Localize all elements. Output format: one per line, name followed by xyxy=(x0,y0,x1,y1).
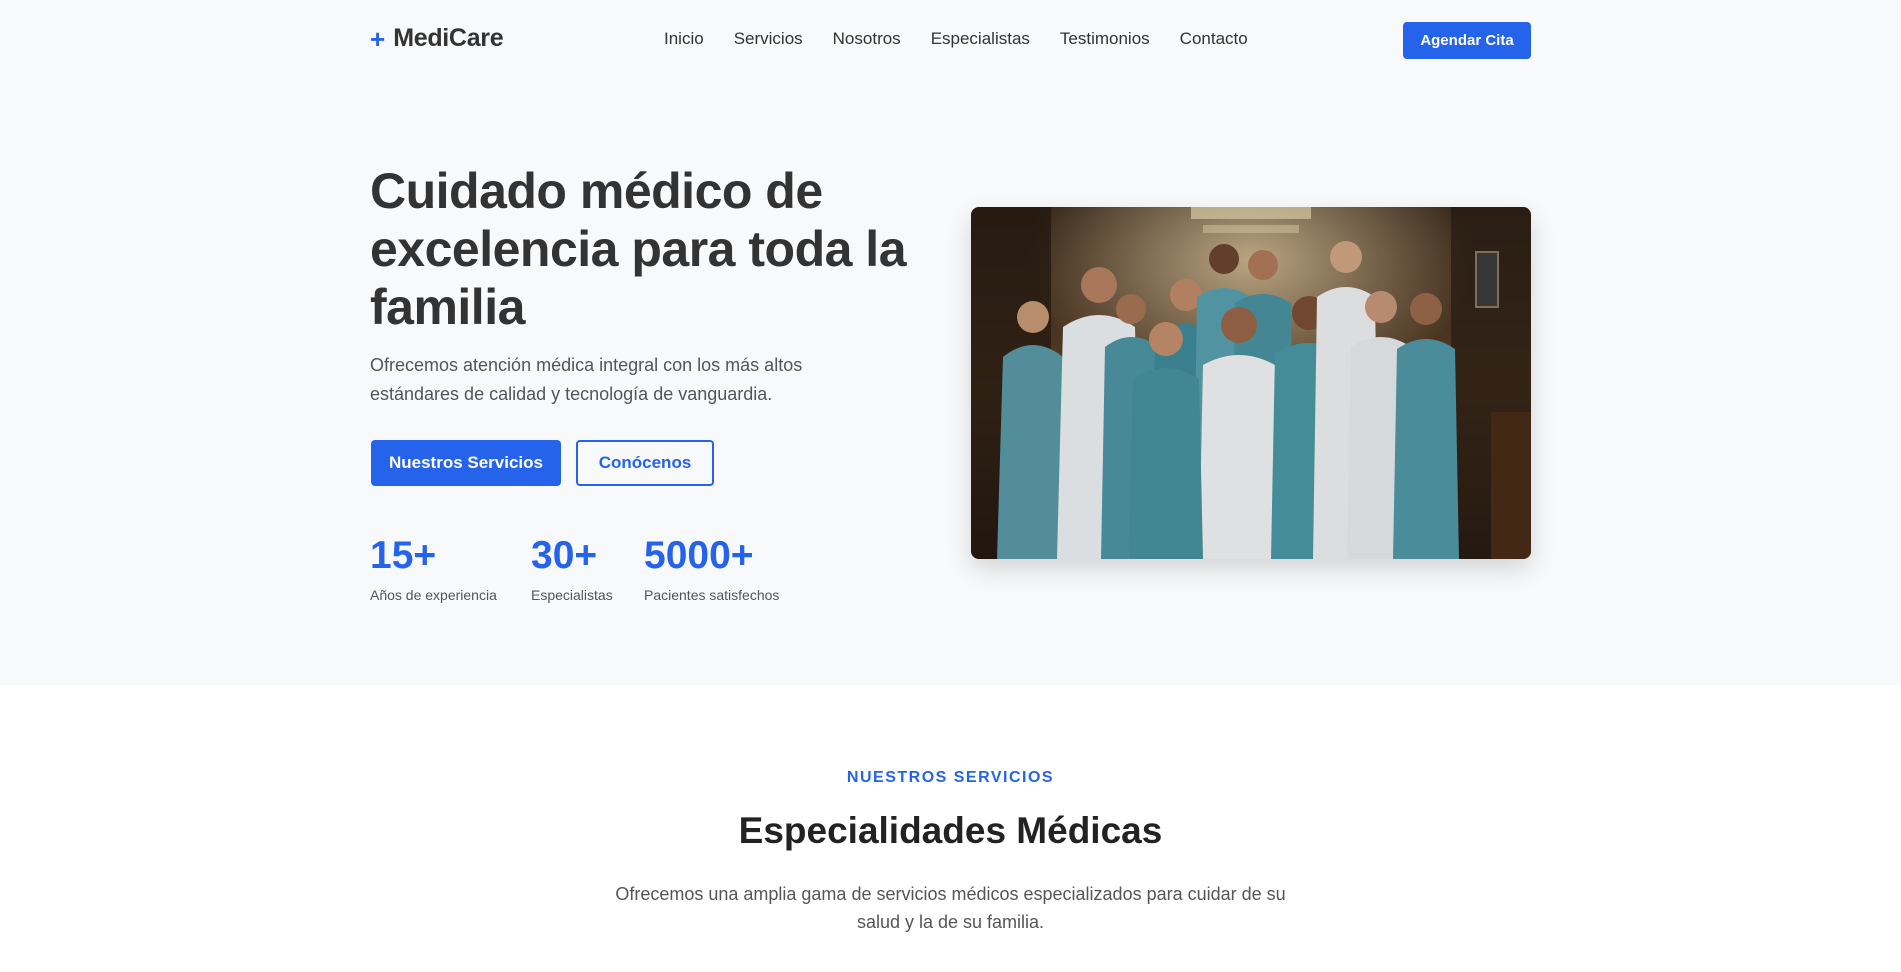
plus-icon: + xyxy=(370,23,386,54)
stat-value: 15+ xyxy=(370,534,437,577)
stat-label: Especialistas xyxy=(531,587,613,603)
main-nav: Inicio Servicios Nosotros Especialistas … xyxy=(664,29,1248,49)
nav-item-servicios[interactable]: Servicios xyxy=(734,29,803,49)
section-title: Especialidades Médicas xyxy=(738,810,1163,851)
stat-experience: 15+ Años de experiencia xyxy=(370,533,497,603)
stat-label: Años de experiencia xyxy=(370,587,497,603)
stat-label: Pacientes satisfechos xyxy=(644,587,780,603)
nav-item-especialistas[interactable]: Especialistas xyxy=(931,29,1030,49)
nav-item-inicio[interactable]: Inicio xyxy=(664,29,704,49)
section-description: Ofrecemos una amplia gama de servicios m… xyxy=(615,884,1286,932)
site-header: + MediCare Inicio Servicios Nosotros Esp… xyxy=(0,0,1901,80)
stat-patients: 5000+ Pacientes satisfechos xyxy=(644,533,779,603)
section-eyebrow: NUESTROS SERVICIOS xyxy=(846,769,1055,786)
brand-name: MediCare xyxy=(393,24,504,52)
about-us-button[interactable]: Conócenos xyxy=(576,440,714,486)
nav-item-contacto[interactable]: Contacto xyxy=(1180,29,1248,49)
hero-section: Cuidado médico de excelencia para toda l… xyxy=(0,80,1901,685)
stat-value: 30+ xyxy=(531,534,598,577)
nav-item-nosotros[interactable]: Nosotros xyxy=(833,29,901,49)
services-button[interactable]: Nuestros Servicios xyxy=(371,440,561,486)
hero-description: Ofrecemos atención médica integral con l… xyxy=(370,355,803,404)
services-section: NUESTROS SERVICIOS Especialidades Médica… xyxy=(0,685,1901,972)
brand-logo[interactable]: + MediCare xyxy=(370,23,504,54)
hero-title: Cuidado médico de excelencia para toda l… xyxy=(370,163,907,335)
stat-value: 5000+ xyxy=(644,534,754,577)
medical-team-photo xyxy=(971,207,1531,559)
stat-specialists: 30+ Especialistas xyxy=(531,533,613,603)
book-appointment-button[interactable]: Agendar Cita xyxy=(1403,22,1531,59)
nav-item-testimonios[interactable]: Testimonios xyxy=(1060,29,1150,49)
